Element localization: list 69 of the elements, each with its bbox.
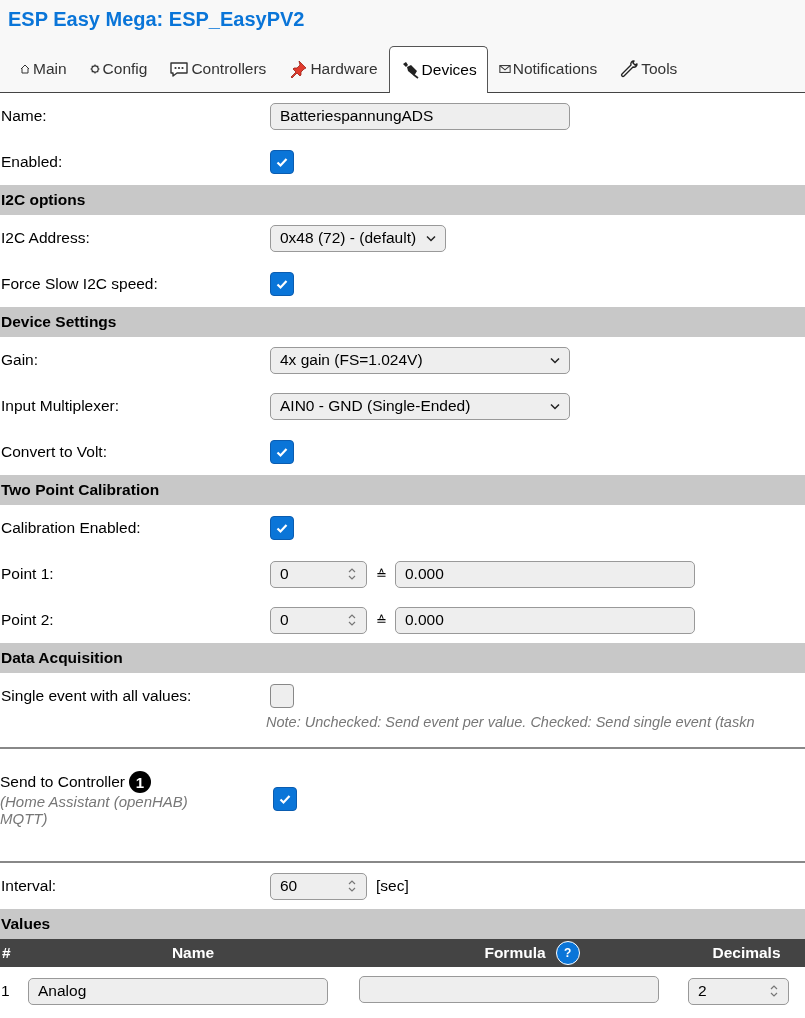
section-header: Device Settings [0,307,805,337]
field-label: Convert to Volt: [0,443,108,461]
column-header: # [2,944,11,962]
nav-tab[interactable]: Devices [388,46,488,93]
column-header: Decimals [712,944,781,962]
spinner-icon[interactable] [769,984,779,998]
house-icon [19,63,31,75]
equals-sign: ≙ [376,566,387,582]
envelope-icon [498,63,511,75]
nav-tab[interactable]: Config [77,45,159,92]
section-header: Values [0,909,805,939]
checkbox[interactable] [270,272,294,296]
number-badge: 1 [128,771,151,793]
dropdown[interactable]: 0x48 (72) - (default) [270,224,446,252]
field-label: Calibration Enabled: [0,519,142,537]
field-label: Interval: [0,877,58,895]
help-icon[interactable]: ? [555,941,580,965]
section-header: Two Point Calibration [0,475,805,505]
nav-tab[interactable]: Notifications [487,45,609,92]
column-header: Formula [484,944,546,962]
checkbox[interactable] [270,150,294,174]
spinner-icon[interactable] [347,567,357,581]
checkbox[interactable] [270,440,294,464]
note-text: Note: Unchecked: Send event per value. Checked: Send single event (taskn [266,714,756,730]
section-header: Data Acquisition [0,643,805,673]
controller-detail: (Home Assistant (openHAB) MQTT) [0,793,189,827]
dropdown[interactable]: AIN0 - GND (Single-Ended) [270,392,570,420]
spinner-icon[interactable] [347,613,357,627]
wrench-icon [619,59,640,79]
dropdown[interactable]: 4x gain (FS=1.024V) [270,346,570,374]
speech-bubble-icon [169,59,190,79]
field-label: Name: [0,107,48,125]
page-title: ESP Easy Mega: ESP_EasyPV2 [7,7,306,32]
checkbox[interactable] [270,684,294,708]
row-number: 1 [1,982,10,999]
text-field[interactable]: 0.000 [395,606,695,634]
checkbox[interactable] [270,516,294,540]
formula-field[interactable] [359,975,659,1003]
unit-label: [sec] [376,877,409,895]
gear-icon [88,63,101,75]
caret-icon [550,402,560,410]
field-label: Force Slow I2C speed: [0,275,159,293]
number-field[interactable]: 2 [688,977,789,1005]
field-label: I2C Address: [0,229,91,247]
name-field[interactable]: Analog [28,977,328,1005]
field-label: Gain: [0,351,40,369]
field-label: Input Multiplexer: [0,397,121,415]
text-field[interactable]: BatteriespannungADS [270,102,570,130]
checkbox[interactable] [273,787,297,811]
field-label: Single event with all values: [0,687,193,705]
nav-tab[interactable]: Controllers [158,45,278,92]
field-label: Point 2: [0,611,55,629]
pushpin-icon [288,59,309,79]
text-field[interactable]: 0.000 [395,560,695,588]
field-label: Point 1: [0,565,55,583]
number-field[interactable]: 0 [270,606,367,634]
caret-icon [426,234,436,242]
nav-tab[interactable]: Main [8,45,78,92]
nav-tab[interactable]: Hardware [277,45,389,92]
field-label: Enabled: [0,153,64,171]
number-field[interactable]: 60 [270,872,367,900]
column-header: Name [171,944,215,962]
equals-sign: ≙ [376,612,387,628]
number-field[interactable]: 0 [270,560,367,588]
nav-tab[interactable]: Tools [608,45,689,92]
spinner-icon[interactable] [347,879,357,893]
field-label: Send to Controller [0,773,125,791]
caret-icon [550,356,560,364]
section-header: I2C options [0,185,805,215]
